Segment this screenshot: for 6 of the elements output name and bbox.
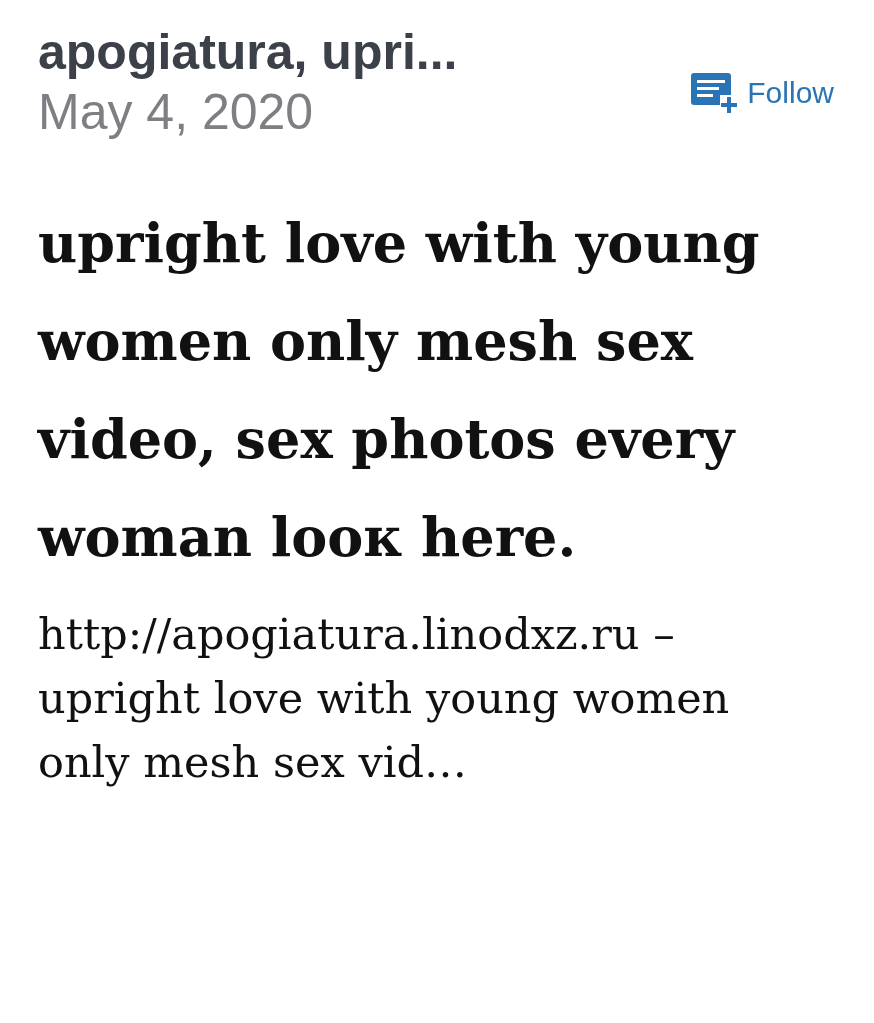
post-date: May 4, 2020 bbox=[38, 83, 315, 142]
follow-button[interactable]: Follow bbox=[689, 70, 834, 115]
follow-icon bbox=[689, 70, 740, 115]
post-title: upright love with young women only mesh sex video, sex photos every woman looк here. bbox=[38, 210, 761, 571]
author-name: apogiatura, upri... bbox=[38, 23, 458, 82]
post-excerpt: http://apogiatura.linodxz.ru – upright love with young women only mesh sex vid… bbox=[38, 608, 731, 789]
